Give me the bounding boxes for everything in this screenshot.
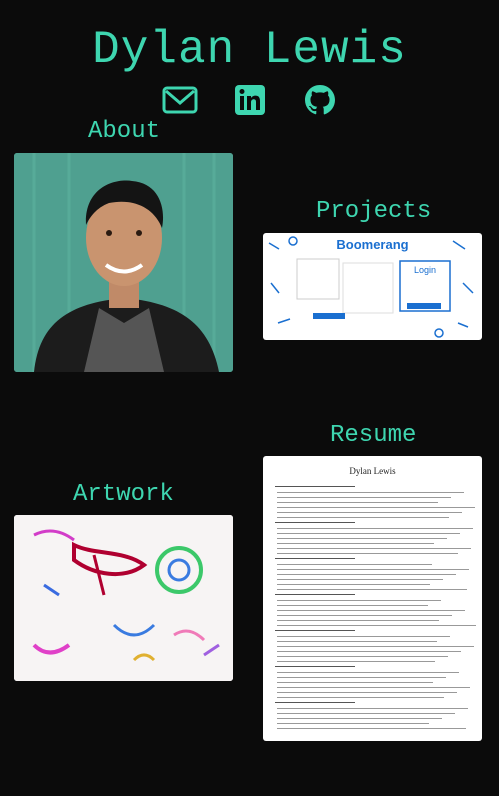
resume-text-line xyxy=(277,641,437,642)
projects-heading: Projects xyxy=(316,198,432,225)
resume-text-line xyxy=(277,656,448,657)
resume-text-line xyxy=(277,569,469,570)
resume-text-line xyxy=(277,492,464,493)
resume-text-line xyxy=(277,697,444,698)
resume-text-line xyxy=(277,564,432,565)
resume-text-line xyxy=(277,605,428,606)
artwork-heading: Artwork xyxy=(73,481,174,508)
resume-text-line xyxy=(277,687,470,688)
resume-text-line xyxy=(275,702,355,703)
projects-preview[interactable]: Boomerang Login xyxy=(263,233,482,340)
social-links xyxy=(0,82,499,118)
resume-text-line xyxy=(277,584,430,585)
linkedin-link[interactable] xyxy=(230,82,270,118)
resume-text-line xyxy=(275,630,355,631)
resume-text-line xyxy=(277,615,452,616)
resume-name: Dylan Lewis xyxy=(349,466,396,476)
resume-text-line xyxy=(277,610,465,611)
resume-text-line xyxy=(277,574,456,575)
resume-text-line xyxy=(277,589,467,590)
resume-text-line xyxy=(277,517,449,518)
email-icon xyxy=(162,86,197,114)
resume-text-line xyxy=(277,512,462,513)
resume-text-line xyxy=(277,728,466,729)
resume-text-line xyxy=(277,677,446,678)
about-heading: About xyxy=(88,118,161,145)
resume-text-line xyxy=(277,548,471,549)
resume-text-line xyxy=(275,522,355,523)
resume-text-line xyxy=(277,723,429,724)
resume-text-line xyxy=(277,718,442,719)
resume-text-line xyxy=(277,672,459,673)
resume-text-line xyxy=(277,651,461,652)
artwork-preview[interactable] xyxy=(14,515,233,681)
resume-text-line xyxy=(277,543,434,544)
resume-preview[interactable]: Dylan Lewis xyxy=(263,456,482,741)
resume-text-line xyxy=(275,558,355,559)
github-icon xyxy=(304,85,335,115)
resume-text-line xyxy=(277,692,457,693)
github-link[interactable] xyxy=(300,82,340,118)
resume-text-line xyxy=(277,625,476,626)
email-link[interactable] xyxy=(160,82,200,118)
resume-text-line xyxy=(277,528,473,529)
resume-text-line xyxy=(277,497,451,498)
resume-heading: Resume xyxy=(330,422,417,449)
resume-text-line xyxy=(277,620,439,621)
resume-text-line xyxy=(277,507,475,508)
resume-text-line xyxy=(277,553,458,554)
resume-text-line xyxy=(277,579,443,580)
resume-text-line xyxy=(277,708,468,709)
resume-text-line xyxy=(277,600,441,601)
resume-text-line xyxy=(277,502,438,503)
project-login-label: Login xyxy=(413,265,437,275)
resume-text-line xyxy=(277,713,455,714)
resume-text-line xyxy=(277,533,460,534)
resume-text-line xyxy=(277,646,474,647)
linkedin-icon xyxy=(234,85,265,115)
resume-text-line xyxy=(277,636,450,637)
page-title: Dylan Lewis xyxy=(92,24,407,76)
resume-text-line xyxy=(275,486,355,487)
resume-text-line xyxy=(277,538,447,539)
resume-text-line xyxy=(277,661,435,662)
resume-text-line xyxy=(275,666,355,667)
profile-photo xyxy=(14,153,233,372)
resume-text-line xyxy=(277,682,433,683)
resume-text-line xyxy=(275,594,355,595)
